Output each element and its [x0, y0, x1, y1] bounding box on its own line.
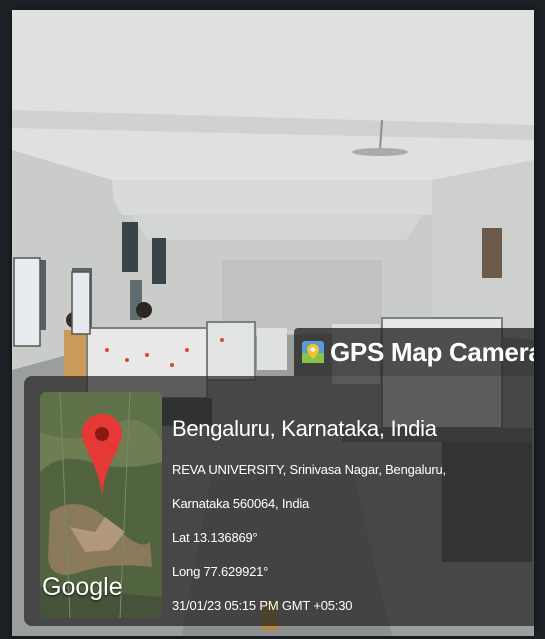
- app-tag: GPS Map Camera: [294, 328, 534, 376]
- place-title: Bengaluru, Karnataka, India: [172, 416, 437, 441]
- photo: GPS Map Camera Google Bengaluru, Karnata…: [12, 10, 534, 636]
- map-pin-icon: [302, 341, 324, 363]
- latitude: Lat 13.136869°: [172, 530, 258, 545]
- longitude: Long 77.629921°: [172, 564, 269, 579]
- satellite-map-thumbnail: Google: [40, 392, 162, 618]
- address-line-1: REVA UNIVERSITY, Srinivasa Nagar, Bengal…: [172, 462, 446, 477]
- google-logo: Google: [42, 573, 123, 601]
- timestamp: 31/01/23 05:15 PM GMT +05:30: [172, 598, 353, 613]
- location-info-panel: Google Bengaluru, Karnataka, India REVA …: [24, 376, 534, 626]
- address-line-2: Karnataka 560064, India: [172, 496, 310, 511]
- app-name: GPS Map Camera: [330, 336, 534, 367]
